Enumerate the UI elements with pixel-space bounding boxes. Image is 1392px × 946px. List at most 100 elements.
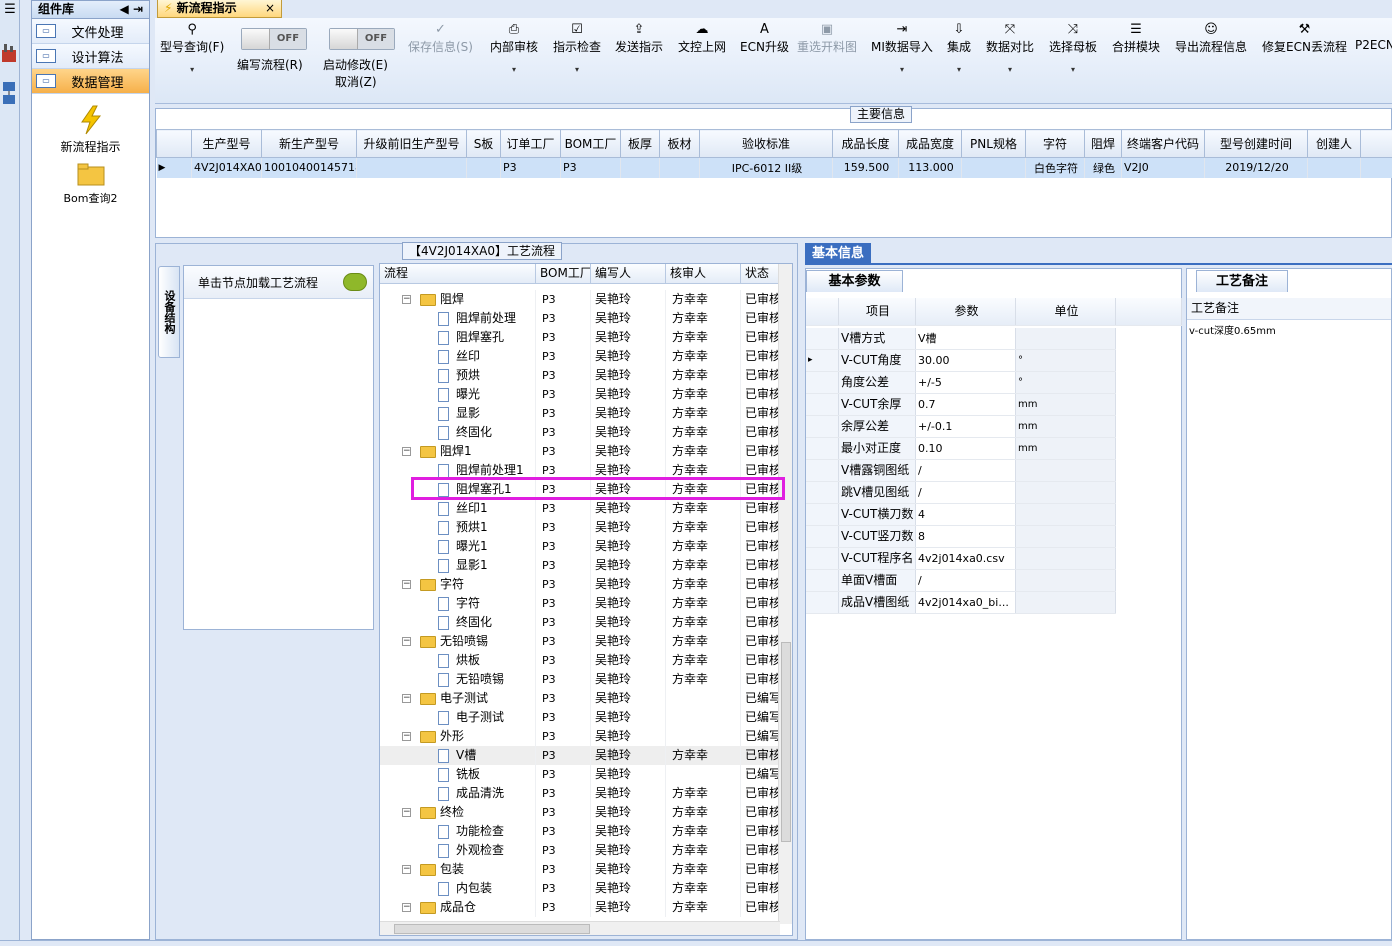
tree-cell-name[interactable]: 外观检查 bbox=[380, 841, 536, 860]
tree-row[interactable]: − 终检 P3 吴艳玲 方幸幸 已审核 bbox=[380, 803, 780, 822]
cell[interactable]: IPC-6012 II级 bbox=[699, 157, 833, 178]
tree-cell-status[interactable]: 已编写 bbox=[741, 689, 780, 708]
tree-cell-name[interactable]: 曝光1 bbox=[380, 537, 536, 556]
cell[interactable]: P3 bbox=[560, 157, 621, 178]
col-header[interactable]: 成品长度 bbox=[832, 129, 899, 158]
tree-cell-bom[interactable]: P3 bbox=[536, 366, 591, 385]
tree-cell-reviewer[interactable] bbox=[666, 727, 741, 746]
dropdown-arrow-icon[interactable]: ▾ bbox=[1049, 65, 1097, 74]
param-value[interactable]: 4v2j014xa0_bi... bbox=[916, 592, 1016, 613]
col-header[interactable]: 单位 bbox=[1016, 298, 1116, 325]
param-row[interactable]: 角度公差 +/-5 ° bbox=[806, 372, 1116, 394]
param-item[interactable]: 角度公差 bbox=[839, 372, 916, 393]
tree-cell-name[interactable]: − 电子测试 bbox=[380, 689, 536, 708]
tree-cell-bom[interactable]: P3 bbox=[536, 651, 591, 670]
tree-row[interactable]: 阻焊前处理 P3 吴艳玲 方幸幸 已审核 bbox=[380, 309, 780, 328]
lib-item-design-algorithm[interactable]: ▭ 设计算法 bbox=[32, 44, 149, 69]
collapse-panel-icon[interactable]: ◀ ⇥ bbox=[120, 1, 143, 18]
tree-cell-bom[interactable]: P3 bbox=[536, 347, 591, 366]
scroll-thumb[interactable] bbox=[781, 642, 791, 842]
param-unit[interactable] bbox=[1016, 328, 1116, 349]
tree-row[interactable]: 功能检查 P3 吴艳玲 方幸幸 已审核 bbox=[380, 822, 780, 841]
tree-cell-status[interactable]: 已编写 bbox=[741, 708, 780, 727]
cell[interactable]: 4V2J014XA0 bbox=[191, 157, 262, 178]
param-value[interactable]: 4 bbox=[916, 504, 1016, 525]
param-row[interactable]: V-CUT横刀数 4 bbox=[806, 504, 1116, 526]
tree-cell-writer[interactable]: 吴艳玲 bbox=[591, 518, 666, 537]
tree-cell-status[interactable]: 已编写 bbox=[741, 727, 780, 746]
tree-cell-writer[interactable]: 吴艳玲 bbox=[591, 556, 666, 575]
tree-cell-status[interactable]: 已审核 bbox=[741, 518, 780, 537]
tree-row[interactable]: 电子测试 P3 吴艳玲 已编写 bbox=[380, 708, 780, 727]
cell[interactable] bbox=[659, 157, 700, 178]
tree-row[interactable]: 预烘 P3 吴艳玲 方幸幸 已审核 bbox=[380, 366, 780, 385]
tree-cell-status[interactable]: 已审核 bbox=[741, 822, 780, 841]
tree-cell-status[interactable]: 已审核 bbox=[741, 803, 780, 822]
param-unit[interactable] bbox=[1016, 504, 1116, 525]
tree-cell-bom[interactable]: P3 bbox=[536, 290, 591, 309]
tree-row[interactable]: 阻焊塞孔 P3 吴艳玲 方幸幸 已审核 bbox=[380, 328, 780, 347]
tree-cell-bom[interactable]: P3 bbox=[536, 328, 591, 347]
tree-cell-reviewer[interactable]: 方幸幸 bbox=[666, 385, 741, 404]
start-modify-toggle[interactable]: OFF bbox=[329, 28, 395, 50]
tree-cell-writer[interactable]: 吴艳玲 bbox=[591, 708, 666, 727]
tree-cell-bom[interactable]: P3 bbox=[536, 518, 591, 537]
tree-cell-status[interactable]: 已审核 bbox=[741, 594, 780, 613]
row-selector-header[interactable] bbox=[156, 129, 192, 158]
cancel-button[interactable]: 取消(Z) bbox=[335, 73, 377, 90]
tree-cell-reviewer[interactable]: 方幸幸 bbox=[666, 879, 741, 898]
tree-cell-reviewer[interactable]: 方幸幸 bbox=[666, 822, 741, 841]
col-header[interactable]: 参数 bbox=[916, 298, 1016, 325]
param-row[interactable]: V-CUT余厚 0.7 mm bbox=[806, 394, 1116, 416]
tree-cell-status[interactable]: 已审核 bbox=[741, 746, 780, 765]
tab-basic-info[interactable]: 基本信息 bbox=[805, 243, 871, 265]
param-row[interactable]: 最小对正度 0.10 mm bbox=[806, 438, 1116, 460]
tree-cell-reviewer[interactable]: 方幸幸 bbox=[666, 518, 741, 537]
tree-cell-writer[interactable]: 吴艳玲 bbox=[591, 404, 666, 423]
col-header[interactable]: 状态 bbox=[741, 264, 780, 283]
tree-cell-bom[interactable]: P3 bbox=[536, 765, 591, 784]
tree-cell-name[interactable]: 终固化 bbox=[380, 613, 536, 632]
param-unit[interactable] bbox=[1016, 526, 1116, 547]
tree-row[interactable]: 终固化 P3 吴艳玲 方幸幸 已审核 bbox=[380, 423, 780, 442]
tree-cell-bom[interactable]: P3 bbox=[536, 860, 591, 879]
tree-row[interactable]: − 包装 P3 吴艳玲 方幸幸 已审核 bbox=[380, 860, 780, 879]
param-item[interactable]: V-CUT横刀数 bbox=[839, 504, 916, 525]
tree-cell-reviewer[interactable]: 方幸幸 bbox=[666, 670, 741, 689]
tree-cell-name[interactable]: 阻焊前处理 bbox=[380, 309, 536, 328]
tree-row[interactable]: 字符 P3 吴艳玲 方幸幸 已审核 bbox=[380, 594, 780, 613]
instruction-check-button[interactable]: ☑ 指示检查 ▾ bbox=[553, 22, 601, 74]
tree-cell-bom[interactable]: P3 bbox=[536, 803, 591, 822]
param-value[interactable]: 0.10 bbox=[916, 438, 1016, 459]
col-header[interactable]: 流程 bbox=[380, 264, 536, 283]
param-item[interactable]: V槽方式 bbox=[839, 328, 916, 349]
tree-cell-writer[interactable]: 吴艳玲 bbox=[591, 499, 666, 518]
tree-cell-bom[interactable]: P3 bbox=[536, 841, 591, 860]
col-header[interactable]: 阻焊 bbox=[1084, 129, 1122, 158]
tree-cell-name[interactable]: − 外形 bbox=[380, 727, 536, 746]
tree-cell-bom[interactable]: P3 bbox=[536, 708, 591, 727]
dropdown-arrow-icon[interactable]: ▾ bbox=[947, 65, 971, 74]
tree-cell-name[interactable]: 预烘 bbox=[380, 366, 536, 385]
col-header[interactable]: 核审人 bbox=[666, 264, 741, 283]
param-row[interactable]: V槽露铜图纸 / bbox=[806, 460, 1116, 482]
tab-new-process-instruction[interactable]: ⚡ 新流程指示 × bbox=[157, 0, 282, 18]
tree-cell-reviewer[interactable]: 方幸幸 bbox=[666, 860, 741, 879]
col-header[interactable]: 板材 bbox=[659, 129, 700, 158]
tree-cell-bom[interactable]: P3 bbox=[536, 404, 591, 423]
tree-cell-bom[interactable]: P3 bbox=[536, 689, 591, 708]
tree-cell-status[interactable]: 已编写 bbox=[741, 765, 780, 784]
tree-row[interactable]: 丝印 P3 吴艳玲 方幸幸 已审核 bbox=[380, 347, 780, 366]
cell[interactable]: 白色字符 bbox=[1025, 157, 1085, 178]
tree-row[interactable]: − 无铅喷锡 P3 吴艳玲 方幸幸 已审核 bbox=[380, 632, 780, 651]
param-unit[interactable]: mm bbox=[1016, 416, 1116, 437]
tree-cell-name[interactable]: 功能检查 bbox=[380, 822, 536, 841]
param-value[interactable]: 0.7 bbox=[916, 394, 1016, 415]
export-process-info-button[interactable]: ☺ 导出流程信息 bbox=[1175, 22, 1247, 55]
factory-icon[interactable] bbox=[0, 40, 20, 64]
tree-cell-status[interactable]: 已审核 bbox=[741, 898, 780, 917]
tree-cell-reviewer[interactable]: 方幸幸 bbox=[666, 803, 741, 822]
param-item[interactable]: V槽露铜图纸 bbox=[839, 460, 916, 481]
collapse-node-icon[interactable]: − bbox=[402, 903, 411, 912]
param-row[interactable]: 余厚公差 +/-0.1 mm bbox=[806, 416, 1116, 438]
